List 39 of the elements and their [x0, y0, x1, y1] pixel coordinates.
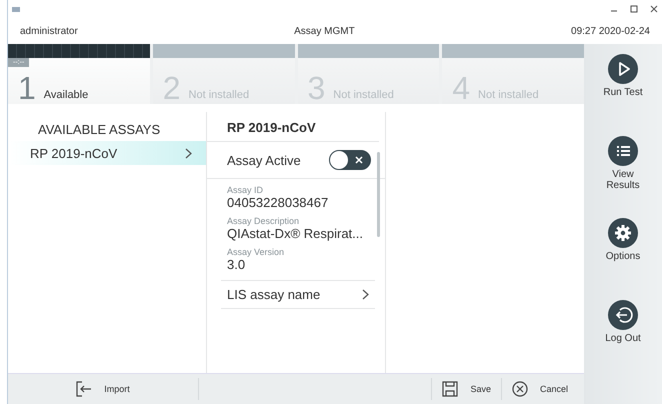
- field-value: QIAstat-Dx® Respirat...: [227, 226, 364, 241]
- field-label: Assay ID: [227, 185, 264, 195]
- assay-active-toggle[interactable]: [329, 150, 371, 170]
- module-status: Available: [44, 89, 88, 103]
- window-title: Assay MGMT: [294, 26, 355, 36]
- lis-assay-name-item[interactable]: LIS assay name: [221, 280, 375, 309]
- user-name: administrator: [20, 26, 78, 36]
- sidebar-button[interactable]: Log Out: [598, 300, 648, 366]
- module-number: 1: [18, 72, 36, 104]
- cancel-button[interactable]: Cancel: [502, 381, 584, 397]
- sidebar-button[interactable]: View Results: [598, 136, 648, 202]
- module-status: Not installed: [333, 89, 394, 103]
- close-icon[interactable]: [650, 5, 658, 13]
- app-icon: [12, 6, 20, 12]
- scrollbar[interactable]: [377, 152, 380, 237]
- module-status: Not installed: [188, 89, 250, 103]
- list-icon: [608, 136, 638, 166]
- field-value: 3.0: [227, 257, 246, 272]
- maximize-icon[interactable]: [630, 5, 638, 13]
- logout-icon: [608, 300, 638, 330]
- date-time: 09:27 2020-02-24: [571, 26, 650, 36]
- import-button[interactable]: Import: [8, 381, 198, 397]
- sidebar-button[interactable]: Run Test: [598, 54, 648, 120]
- sidebar-button[interactable]: Options: [598, 218, 648, 284]
- chevron-icon: [185, 148, 192, 158]
- import-icon: [76, 381, 92, 397]
- close-circle-icon: [512, 381, 528, 397]
- gear-icon: [608, 218, 638, 248]
- list-title: AVAILABLE ASSAYS: [37, 121, 162, 139]
- module-status: Not installed: [478, 89, 539, 103]
- toggle-label: Assay Active: [227, 152, 301, 168]
- close-icon: [353, 154, 365, 166]
- save-button[interactable]: Save: [432, 381, 501, 397]
- field-label: Assay Description: [227, 216, 300, 226]
- play-icon: [608, 54, 638, 84]
- field-label: Assay Version: [227, 247, 286, 257]
- field-value: 04053228038467: [227, 195, 330, 210]
- assay-title: RP 2019-nCoV: [207, 112, 379, 142]
- chevron-icon: [362, 289, 369, 300]
